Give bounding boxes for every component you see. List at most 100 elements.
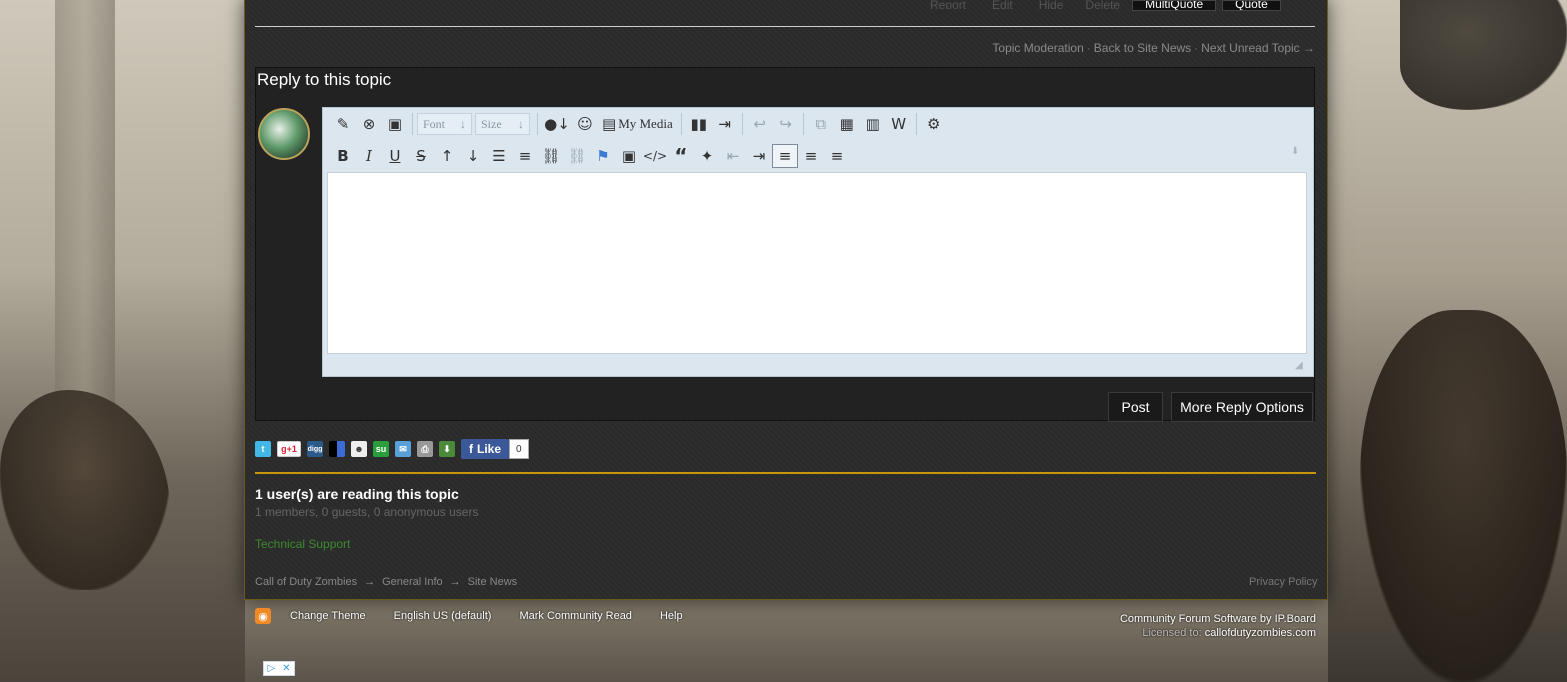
software-credit: Community Forum Software by IP.Board Lic… [1120, 612, 1316, 640]
image-icon[interactable]: ▣ [616, 144, 642, 168]
twitter-icon[interactable]: ✦ [694, 144, 720, 168]
reply-textarea[interactable] [327, 172, 1307, 354]
toolbar-separator [741, 113, 743, 135]
footer-links: ◉ Change Theme English US (default) Mark… [255, 608, 711, 624]
undo-icon[interactable]: ↩ [747, 112, 773, 136]
close-icon[interactable]: ⊗ [356, 112, 382, 136]
rss-icon[interactable]: ◉ [255, 608, 271, 624]
toolbar-separator [537, 113, 538, 135]
copy-icon[interactable]: ⧉ [808, 112, 834, 136]
download-icon[interactable]: ⬇ [439, 441, 455, 457]
next-unread-topic-link[interactable]: Next Unread Topic → [1201, 41, 1315, 55]
change-theme-link[interactable]: Change Theme [290, 610, 366, 622]
my-media-button[interactable]: ▤ My Media [598, 112, 677, 136]
mark-community-read-link[interactable]: Mark Community Read [519, 610, 631, 622]
quote-icon[interactable]: “ [668, 144, 694, 168]
breadcrumb-arrow: → [364, 576, 376, 588]
paste-word-icon[interactable]: W [886, 112, 912, 136]
active-readers-summary: 1 members, 0 guests, 0 anonymous users [255, 505, 479, 519]
paste-icon[interactable]: ▦ [834, 112, 860, 136]
strikethrough-icon[interactable]: S [408, 144, 434, 168]
separator: · [1194, 41, 1199, 55]
help-link[interactable]: Help [660, 610, 683, 622]
reader-member-link[interactable]: Technical Support [255, 537, 350, 551]
special-icon[interactable]: ⚑ [590, 144, 616, 168]
align-right-icon[interactable]: ≡ [824, 144, 850, 168]
align-center-icon[interactable]: ≡ [798, 144, 824, 168]
subscript-icon[interactable]: ↓ [460, 144, 486, 168]
settings-icon[interactable]: ⚙ [921, 112, 947, 136]
size-select[interactable]: Size ↓ [475, 113, 530, 135]
toolbar-separator [680, 113, 682, 135]
user-avatar[interactable] [258, 108, 310, 160]
privacy-policy-link[interactable]: Privacy Policy [1249, 576, 1317, 588]
remove-format-icon[interactable]: ✎ [330, 112, 356, 136]
edit-link[interactable]: Edit [992, 0, 1013, 9]
redo-icon[interactable]: ↪ [773, 112, 799, 136]
numbered-list-icon[interactable]: ≡ [512, 144, 538, 168]
superscript-icon[interactable]: ↑ [434, 144, 460, 168]
topic-moderation-link[interactable]: Topic Moderation [992, 41, 1083, 55]
active-readers-title: 1 user(s) are reading this topic [255, 486, 459, 502]
post-action-bar: Report Edit Hide Delete MultiQuote Quote [930, 0, 1281, 12]
close-icon[interactable]: ✕ [282, 663, 290, 674]
reply-title: Reply to this topic [257, 70, 392, 89]
language-link[interactable]: English US (default) [394, 610, 492, 622]
separator: · [1086, 41, 1091, 55]
like-label: Like [477, 442, 502, 456]
digg-share-button[interactable]: digg [307, 441, 323, 457]
toolbar-separator [802, 113, 804, 135]
bullet-list-icon[interactable]: ☰ [486, 144, 512, 168]
software-credit-link[interactable]: Community Forum Software by IP.Board [1120, 612, 1316, 626]
facebook-icon: f [469, 442, 473, 456]
bold-icon[interactable]: B [330, 144, 356, 168]
size-select-label: Size [481, 116, 502, 131]
unlink-icon[interactable]: ⛓ [564, 144, 590, 168]
align-left-icon[interactable]: ≡ [772, 144, 798, 168]
ad-choices-badge[interactable]: ▷ ✕ [263, 661, 295, 676]
italic-icon[interactable]: I [356, 144, 382, 168]
gplus-share-button[interactable]: g+1 [277, 441, 301, 457]
delete-link[interactable]: Delete [1085, 0, 1120, 9]
code-icon[interactable]: </> [642, 144, 668, 168]
reddit-share-icon[interactable]: ☻ [351, 441, 367, 457]
topic-moderation-links: Topic Moderation · Back to Site News · Next … [985, 41, 1315, 55]
resize-grip-icon[interactable]: ◢ [1295, 360, 1303, 371]
editor-toolbar-row-1: ✎ ⊗ ▣ Font ↓ Size ↓ ●↓ ☺ ▤ My Media ▮▮ ⇥ ↩ … [330, 111, 947, 137]
background-soldier-right [1360, 310, 1567, 682]
breadcrumb-item[interactable]: General Info [382, 576, 443, 588]
delicious-share-icon[interactable] [329, 441, 345, 457]
quote-button[interactable]: Quote [1222, 0, 1281, 11]
multiquote-button[interactable]: MultiQuote [1132, 0, 1217, 11]
emoticon-icon[interactable]: ☺ [572, 112, 598, 136]
report-link[interactable]: Report [930, 0, 966, 9]
source-icon[interactable]: ⇥ [712, 112, 738, 136]
hide-link[interactable]: Hide [1039, 0, 1064, 9]
email-share-icon[interactable]: ✉ [395, 441, 411, 457]
paste-text-icon[interactable]: ▥ [860, 112, 886, 136]
my-media-label: My Media [618, 116, 673, 131]
font-select[interactable]: Font ↓ [417, 113, 472, 135]
stumbleupon-share-icon[interactable]: su [373, 441, 389, 457]
print-icon[interactable]: ⎙ [417, 441, 433, 457]
outdent-icon[interactable]: ⇤ [720, 144, 746, 168]
post-button[interactable]: Post [1108, 392, 1163, 422]
breadcrumb-item[interactable]: Call of Duty Zombies [255, 576, 357, 588]
breadcrumb-item[interactable]: Site News [468, 576, 518, 588]
ad-info-icon[interactable]: ▷ [267, 663, 275, 674]
link-icon[interactable]: ⛓ [538, 144, 564, 168]
indent-icon[interactable]: ⇥ [746, 144, 772, 168]
twitter-share-icon[interactable]: t [255, 441, 271, 457]
font-color-icon[interactable]: ●↓ [542, 112, 572, 136]
toolbar-separator [412, 113, 413, 135]
facebook-like-button[interactable]: f Like [461, 439, 510, 459]
more-reply-options-button[interactable]: More Reply Options [1171, 392, 1313, 422]
back-to-site-news-link[interactable]: Back to Site News [1094, 41, 1191, 55]
breadcrumb: Call of Duty Zombies → General Info → Site N… [255, 576, 517, 588]
collapse-toolbar-icon[interactable]: ⬇ [1291, 146, 1299, 157]
breadcrumb-arrow: → [449, 576, 461, 588]
briefcase-icon[interactable]: ▣ [382, 112, 408, 136]
licensed-to-link[interactable]: callofdutyzombies.com [1205, 627, 1316, 639]
find-icon[interactable]: ▮▮ [686, 112, 712, 136]
underline-icon[interactable]: U [382, 144, 408, 168]
